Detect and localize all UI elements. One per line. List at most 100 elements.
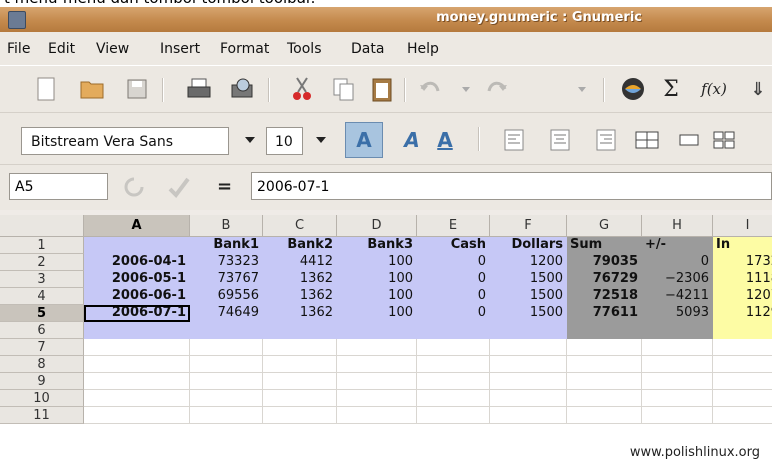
cell-c9[interactable] (263, 373, 337, 390)
font-size-field[interactable]: 10 (266, 127, 303, 155)
cell-d2[interactable]: 100 (337, 254, 417, 271)
row-header-7[interactable]: 7 (0, 339, 84, 356)
cell-b4[interactable]: 69556 (190, 288, 263, 305)
cell-f4[interactable]: 1500 (490, 288, 567, 305)
menu-view[interactable]: View (96, 41, 129, 57)
cell-e11[interactable] (417, 407, 490, 424)
row-header-6[interactable]: 6 (0, 322, 84, 339)
autosum-icon[interactable]: Σ (657, 75, 685, 103)
row-header-11[interactable]: 11 (0, 407, 84, 424)
cell-c10[interactable] (263, 390, 337, 407)
column-header-c[interactable]: C (263, 215, 337, 237)
cell-i11[interactable] (713, 407, 772, 424)
column-header-d[interactable]: D (337, 215, 417, 237)
column-header-i[interactable]: I (713, 215, 772, 237)
cell-c11[interactable] (263, 407, 337, 424)
print-icon[interactable] (185, 75, 213, 103)
merge-cells-icon[interactable] (633, 126, 661, 154)
align-center-icon[interactable] (546, 126, 574, 154)
font-dropdown-icon[interactable] (245, 137, 255, 143)
cell-b7[interactable] (190, 339, 263, 356)
cell-i7[interactable] (713, 339, 772, 356)
unmerge-icon[interactable] (675, 126, 703, 154)
cell-c1[interactable]: Bank2 (263, 237, 337, 254)
cell-b8[interactable] (190, 356, 263, 373)
save-icon[interactable] (123, 75, 151, 103)
cell-e2[interactable]: 0 (417, 254, 490, 271)
cell-g3[interactable]: 76729 (567, 271, 642, 288)
cell-e7[interactable] (417, 339, 490, 356)
cell-b9[interactable] (190, 373, 263, 390)
accept-edit-icon[interactable] (164, 174, 194, 200)
cell-b1[interactable]: Bank1 (190, 237, 263, 254)
cell-a4[interactable]: 2006-06-1 (84, 288, 190, 305)
cell-h6[interactable] (642, 322, 713, 339)
cell-b6[interactable] (190, 322, 263, 339)
print-preview-icon[interactable] (228, 75, 256, 103)
column-header-b[interactable]: B (190, 215, 263, 237)
column-header-f[interactable]: F (490, 215, 567, 237)
cell-h3[interactable]: −2306 (642, 271, 713, 288)
italic-button[interactable]: A (398, 126, 426, 154)
cell-d1[interactable]: Bank3 (337, 237, 417, 254)
cell-a10[interactable] (84, 390, 190, 407)
cell-f8[interactable] (490, 356, 567, 373)
cell-h9[interactable] (642, 373, 713, 390)
menu-data[interactable]: Data (351, 41, 384, 57)
grid-icon[interactable] (710, 126, 738, 154)
cell-h1[interactable]: +/- (642, 237, 713, 254)
function-icon[interactable]: f(x) (695, 75, 733, 103)
cell-a9[interactable] (84, 373, 190, 390)
cell-c2[interactable]: 4412 (263, 254, 337, 271)
cell-reference-box[interactable]: A5 (9, 173, 108, 200)
cell-e4[interactable]: 0 (417, 288, 490, 305)
cancel-edit-icon[interactable] (120, 174, 150, 200)
cell-h2[interactable]: 0 (642, 254, 713, 271)
cell-f6[interactable] (490, 322, 567, 339)
cell-d3[interactable]: 100 (337, 271, 417, 288)
cell-f9[interactable] (490, 373, 567, 390)
cell-d11[interactable] (337, 407, 417, 424)
formula-equals-label[interactable]: = (217, 176, 232, 197)
cell-c5[interactable]: 1362 (263, 305, 337, 322)
row-header-4[interactable]: 4 (0, 288, 84, 305)
paste-icon[interactable] (368, 75, 396, 103)
cell-i3[interactable]: 1118 (713, 271, 772, 288)
cell-a8[interactable] (84, 356, 190, 373)
cell-d8[interactable] (337, 356, 417, 373)
cell-d5[interactable]: 100 (337, 305, 417, 322)
cell-i10[interactable] (713, 390, 772, 407)
column-header-g[interactable]: G (567, 215, 642, 237)
cell-e5[interactable]: 0 (417, 305, 490, 322)
cell-i2[interactable]: 1732 (713, 254, 772, 271)
redo-dropdown-icon[interactable] (568, 75, 596, 103)
row-header-5[interactable]: 5 (0, 305, 84, 322)
row-header-1[interactable]: 1 (0, 237, 84, 254)
open-icon[interactable] (78, 75, 106, 103)
menu-edit[interactable]: Edit (48, 41, 75, 57)
cell-e8[interactable] (417, 356, 490, 373)
menu-file[interactable]: File (7, 41, 30, 57)
cell-a7[interactable] (84, 339, 190, 356)
undo-dropdown-icon[interactable] (452, 75, 480, 103)
cell-b10[interactable] (190, 390, 263, 407)
cell-i8[interactable] (713, 356, 772, 373)
cell-f2[interactable]: 1200 (490, 254, 567, 271)
cell-h7[interactable] (642, 339, 713, 356)
cell-c8[interactable] (263, 356, 337, 373)
cell-a2[interactable]: 2006-04-1 (84, 254, 190, 271)
cell-c3[interactable]: 1362 (263, 271, 337, 288)
align-left-icon[interactable] (500, 126, 528, 154)
cell-g10[interactable] (567, 390, 642, 407)
cell-h8[interactable] (642, 356, 713, 373)
menu-insert[interactable]: Insert (160, 41, 200, 57)
new-icon[interactable] (32, 75, 60, 103)
cell-c4[interactable]: 1362 (263, 288, 337, 305)
spreadsheet-grid[interactable]: A B C D E F G H I 1 Bank1 Bank2 Bank3 Cash Dollars Sum +… (0, 215, 772, 462)
cell-g6[interactable] (567, 322, 642, 339)
formula-input[interactable]: 2006-07-1 (251, 172, 772, 200)
cut-icon[interactable] (288, 75, 316, 103)
align-right-icon[interactable] (592, 126, 620, 154)
cell-a1[interactable] (84, 237, 190, 254)
cell-g8[interactable] (567, 356, 642, 373)
